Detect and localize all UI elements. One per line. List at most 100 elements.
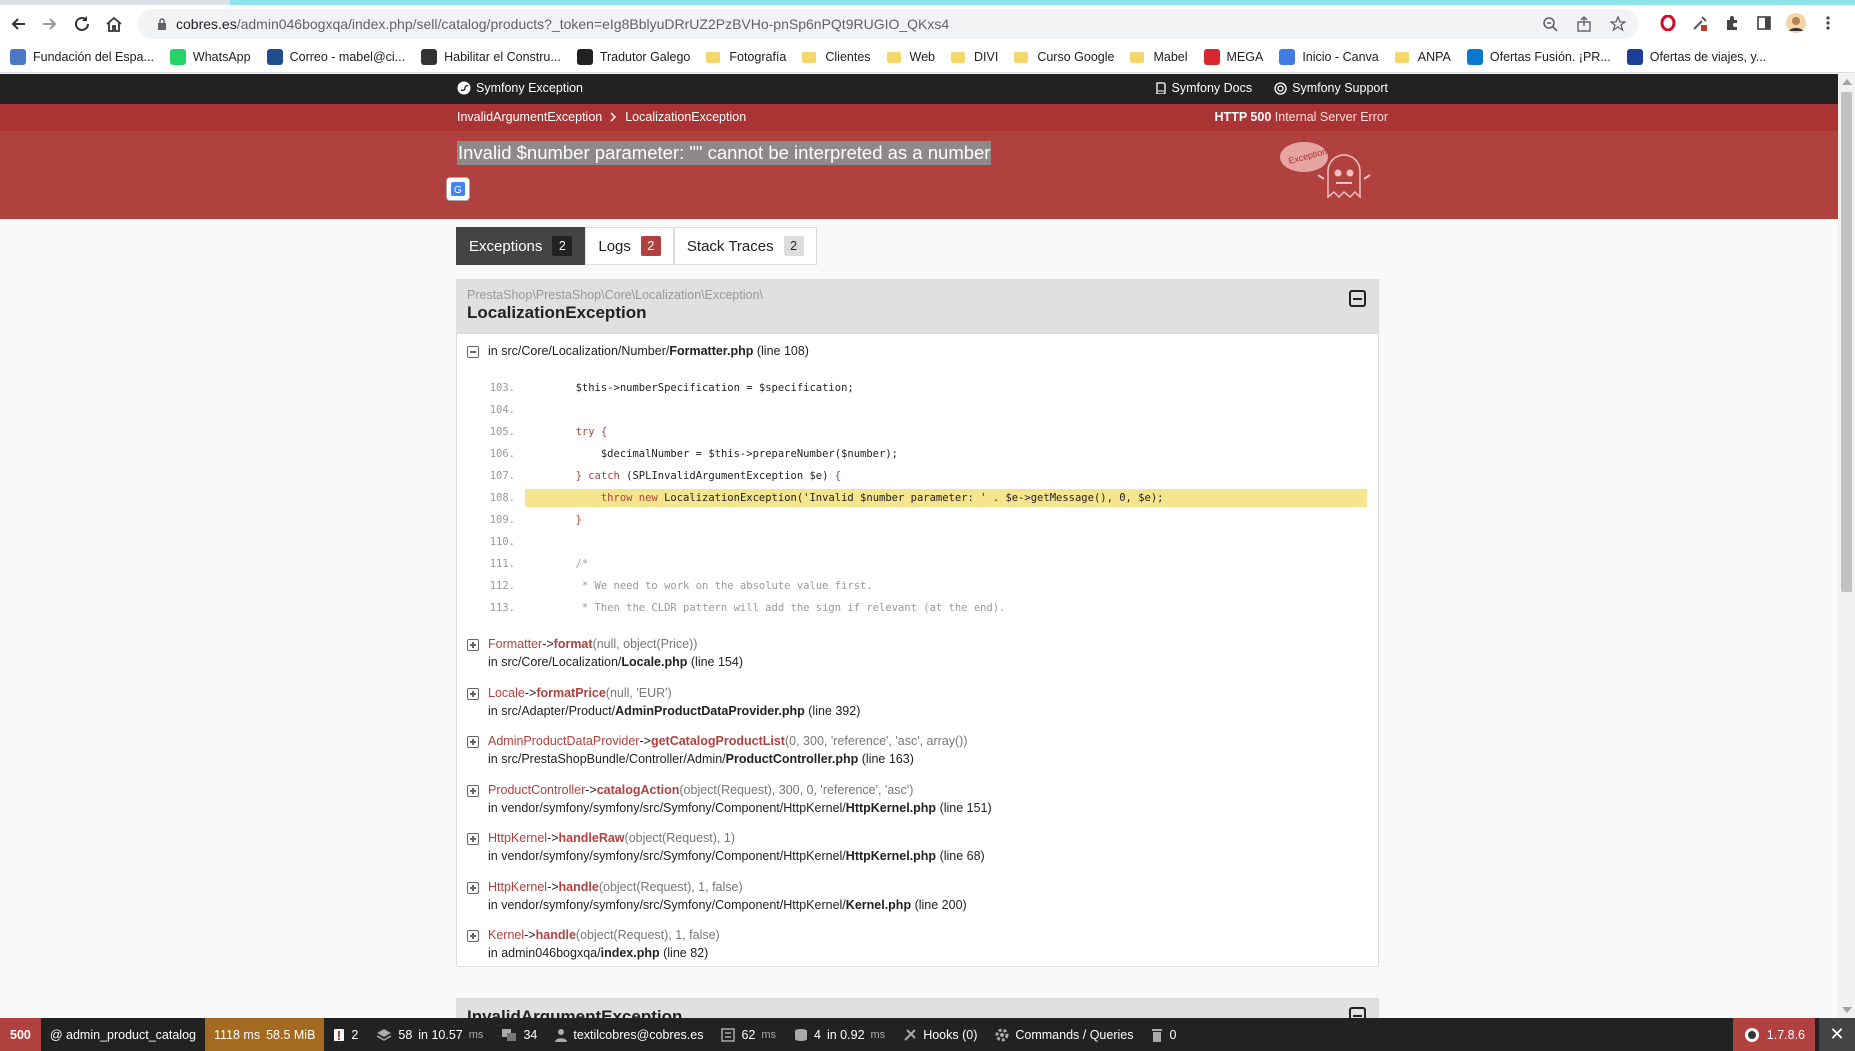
trace-file-line[interactable]: in src/Core/Localization/Number/Formatte… (467, 344, 809, 358)
bookmark-item[interactable]: Correo - mabel@ci... (266, 49, 405, 65)
stack-frame[interactable]: Locale -> formatPrice (null, 'EUR') in src/A… (467, 686, 860, 718)
frame-line: (line 200) (914, 897, 967, 912)
plus-icon[interactable] (467, 881, 479, 894)
user-icon (555, 1028, 568, 1042)
symfony-exception-title[interactable]: Symfony Exception (457, 81, 583, 95)
zoom-icon[interactable] (1540, 14, 1560, 34)
frame-line: (line 163) (861, 752, 914, 766)
bookmark-item[interactable]: Tradutor Galego (576, 49, 690, 65)
scroll-down-icon[interactable] (1842, 1007, 1852, 1013)
code-line: 105. try { (487, 421, 1367, 443)
symfony-docs-link[interactable]: Symfony Docs (1155, 81, 1252, 95)
bookmark-item[interactable]: Web (886, 50, 935, 64)
url-text[interactable]: cobres.es/admin046bogxqa/index.php/sell/… (176, 16, 949, 32)
plus-icon[interactable] (467, 736, 479, 748)
bookmark-label: MEGA (1226, 50, 1264, 64)
profiler-hooks[interactable]: Hooks (0) (894, 1018, 986, 1051)
breadcrumb-localization[interactable]: LocalizationException (625, 110, 746, 124)
bookmark-item[interactable]: Clientes (802, 50, 871, 64)
collapse-icon[interactable] (1349, 1007, 1366, 1018)
frame-line: (line 82) (663, 946, 709, 960)
profiler-translations[interactable]: 34 (492, 1018, 546, 1051)
exception-trace: PrestaShop\PrestaShop\Core\Localization\… (456, 279, 1379, 967)
profiler-db-time[interactable]: 62 ms (712, 1018, 785, 1051)
plus-icon[interactable] (467, 687, 479, 700)
bookmark-item[interactable]: Fotografía (706, 50, 786, 64)
bookmark-item[interactable]: DIVI (951, 50, 998, 64)
profiler-time: 1118 ms (213, 1027, 261, 1042)
profiler-errors[interactable]: 2 (324, 1018, 367, 1051)
profiler-version[interactable]: 1.7.8.6 (1732, 1018, 1815, 1051)
address-bar[interactable]: cobres.es/admin046bogxqa/index.php/sell/… (138, 9, 1638, 39)
bookmark-item[interactable]: Mabel (1130, 50, 1188, 64)
breadcrumb-invalid-argument[interactable]: InvalidArgumentException (457, 110, 602, 124)
stack-frame[interactable]: AdminProductDataProvider -> getCatalogProd… (467, 734, 968, 766)
opera-icon[interactable] (1658, 11, 1678, 35)
eyedropper-icon[interactable] (1690, 11, 1710, 35)
frame-function: format (553, 637, 593, 651)
profiler-status[interactable]: 500 (0, 1018, 41, 1051)
reload-icon[interactable] (68, 10, 96, 38)
plus-icon[interactable] (467, 930, 479, 942)
sidepanel-icon[interactable] (1754, 11, 1774, 35)
tab-stack-traces[interactable]: Stack Traces 2 (673, 227, 817, 265)
bookmark-item[interactable]: WhatsApp (169, 49, 251, 65)
trash-icon (1152, 1028, 1163, 1042)
profiler-misc[interactable]: 0 (1142, 1018, 1185, 1051)
share-icon[interactable] (1574, 14, 1594, 34)
breadcrumb: InvalidArgumentException LocalizationExc… (457, 110, 746, 124)
collapse-icon[interactable] (1349, 290, 1366, 307)
stack-frame[interactable]: HttpKernel -> handle (object(Request), 1, f… (467, 880, 967, 912)
bookmark-item[interactable]: Ofertas Fusión. ¡PR... (1466, 49, 1611, 65)
scroll-up-icon[interactable] (1842, 79, 1852, 85)
bookmark-item[interactable]: MEGA (1203, 49, 1264, 65)
plus-icon[interactable] (467, 784, 479, 797)
folder-icon (1394, 51, 1409, 63)
plus-icon[interactable] (467, 639, 479, 651)
profiler-route[interactable]: @ admin_product_catalog (41, 1018, 205, 1051)
profiler-queries[interactable]: 4 in 0.92 ms (785, 1018, 894, 1051)
bookmark-item[interactable]: Curso Google (1014, 50, 1114, 64)
status-text: Internal Server Error (1274, 110, 1388, 124)
close-icon[interactable]: ✕ (1819, 1018, 1855, 1051)
tab-logs[interactable]: Logs 2 (585, 227, 674, 265)
extensions-icon[interactable] (1722, 11, 1742, 35)
line-number: 110. (489, 536, 515, 548)
symfony-exception-label: Symfony Exception (476, 81, 583, 95)
back-icon[interactable] (4, 10, 32, 38)
menu-icon[interactable] (1818, 11, 1838, 35)
tab-exceptions[interactable]: Exceptions 2 (456, 227, 586, 265)
frame-path: in src/Core/Localization/ (488, 655, 622, 669)
profiler-commands[interactable]: Commands / Queries (986, 1018, 1142, 1051)
trace-header[interactable]: PrestaShop\PrestaShop\Core\Localization\… (457, 280, 1378, 334)
stack-frame[interactable]: HttpKernel -> handleRaw (object(Request), 1… (467, 831, 985, 863)
profiler-performance[interactable]: 1118 ms 58.5 MiB (204, 1018, 325, 1051)
page-scrollbar[interactable] (1838, 74, 1855, 1018)
bookmark-item[interactable]: Ofertas de viajes, y... (1626, 49, 1766, 65)
forward-icon[interactable] (36, 10, 64, 38)
tab-exceptions-label: Exceptions (469, 237, 543, 255)
translate-icon[interactable]: G (446, 177, 470, 201)
profiler-cache[interactable]: 58 in 10.57 ms (367, 1018, 492, 1051)
home-icon[interactable] (100, 10, 128, 38)
plus-icon[interactable] (467, 833, 479, 845)
stack-frame[interactable]: Formatter -> format (null, object(Price)) in… (467, 637, 743, 669)
scrollbar-thumb[interactable] (1841, 92, 1852, 592)
frame-args: (null, object(Price)) (592, 637, 698, 651)
bookmark-item[interactable]: Inicio - Canva (1279, 49, 1379, 65)
profiler-user[interactable]: textilcobres@cobres.es (546, 1018, 712, 1051)
lock-icon[interactable] (148, 18, 176, 30)
bookmark-item[interactable]: Habilitar el Constru... (421, 49, 561, 65)
minus-icon[interactable] (467, 346, 479, 358)
profiler-misc-count: 0 (1169, 1027, 1177, 1042)
avatar[interactable] (1786, 11, 1806, 35)
stack-frame[interactable]: Kernel -> handle (object(Request), 1, false… (467, 928, 720, 960)
whatsapp-icon (169, 49, 186, 65)
bookmark-item[interactable]: ANPA (1394, 50, 1451, 64)
stack-frame[interactable]: ProductController -> catalogAction (object(… (467, 783, 992, 815)
frame-function: handle (558, 879, 599, 894)
symfony-support-link[interactable]: Symfony Support (1274, 81, 1388, 95)
bookmark-item[interactable]: Fundación del Espa... (10, 49, 154, 65)
frame-arrow: -> (547, 879, 559, 894)
star-icon[interactable] (1608, 14, 1628, 34)
